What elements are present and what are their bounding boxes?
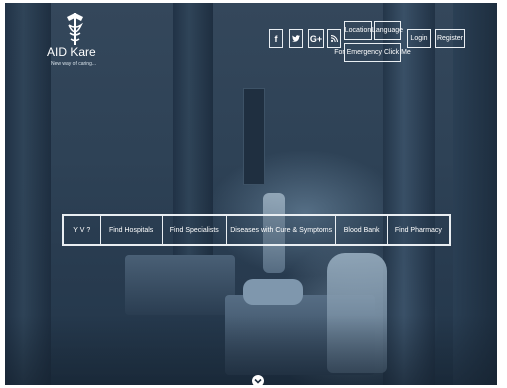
- window-image: [243, 88, 265, 185]
- scroll-down-button[interactable]: [252, 375, 264, 385]
- rss-icon[interactable]: [327, 29, 341, 48]
- facebook-icon[interactable]: f: [269, 29, 283, 48]
- chevron-down-icon: [254, 378, 262, 384]
- main-navigation: Y V ? Find Hospitals Find Specialists Di…: [62, 214, 451, 246]
- language-button[interactable]: Language: [372, 21, 403, 40]
- hero-background: AID Kare New way of caring... f G+ Locat…: [5, 3, 497, 385]
- login-button[interactable]: Login: [407, 29, 431, 48]
- nav-item-blood-bank[interactable]: Blood Bank: [336, 216, 388, 244]
- rss-feed-icon: [330, 35, 338, 42]
- location-button[interactable]: Location: [344, 21, 372, 40]
- nav-item-find-pharmacy[interactable]: Find Pharmacy: [388, 216, 449, 244]
- floor-shadow: [5, 315, 497, 385]
- twitter-bird-icon: [292, 35, 300, 42]
- googleplus-icon[interactable]: G+: [308, 29, 324, 48]
- twitter-icon[interactable]: [289, 29, 303, 48]
- nav-item-diseases[interactable]: Diseases with Cure & Symptoms: [227, 216, 337, 244]
- site-logo[interactable]: AID Kare New way of caring...: [47, 11, 127, 71]
- brand-tagline: New way of caring...: [51, 61, 97, 67]
- brand-name: AID Kare: [47, 45, 96, 59]
- nav-item-yv[interactable]: Y V ?: [64, 216, 101, 244]
- hospital-bed-image: [125, 255, 235, 315]
- pillow-image: [243, 279, 303, 305]
- caduceus-icon: [67, 13, 83, 45]
- emergency-button[interactable]: For Emergency Click Me: [334, 43, 411, 62]
- nav-item-find-hospitals[interactable]: Find Hospitals: [101, 216, 163, 244]
- register-button[interactable]: Register: [435, 29, 465, 48]
- nav-item-find-specialists[interactable]: Find Specialists: [163, 216, 227, 244]
